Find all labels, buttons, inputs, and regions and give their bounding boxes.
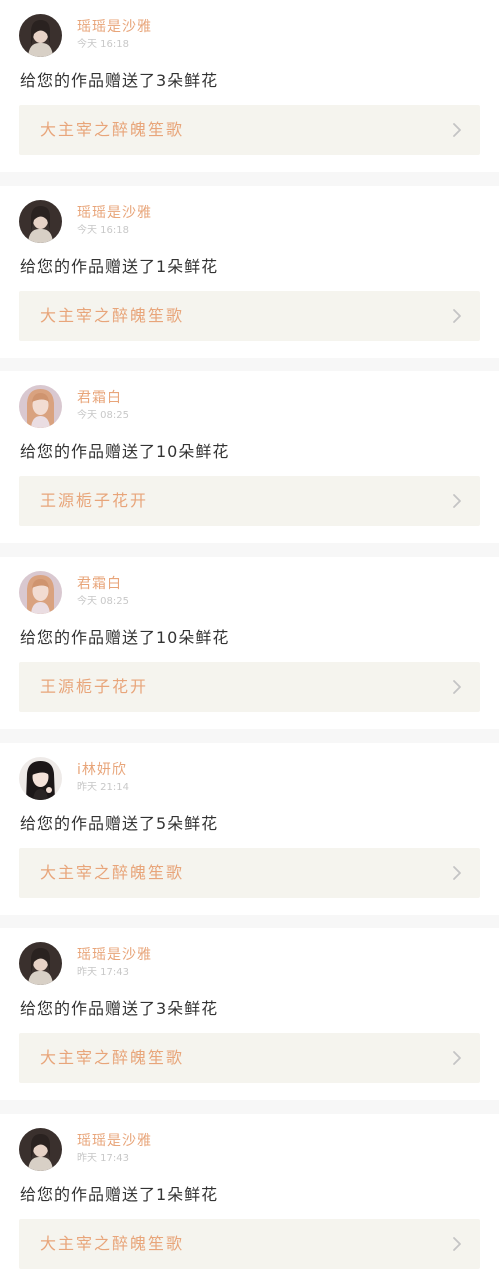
timestamp: 昨天 21:14 — [77, 782, 129, 793]
notification-item: 瑶瑶是沙雅 今天 16:18 给您的作品赠送了3朵鲜花 大主宰之醉魄笙歌 — [0, 0, 499, 172]
work-title: 大主宰之醉魄笙歌 — [40, 863, 185, 882]
chevron-right-icon — [453, 680, 461, 694]
work-title: 大主宰之醉魄笙歌 — [40, 1048, 185, 1067]
work-link-card[interactable]: 大主宰之醉魄笙歌 — [19, 1033, 480, 1083]
username[interactable]: 瑶瑶是沙雅 — [77, 946, 152, 964]
chevron-right-icon — [453, 866, 461, 880]
username[interactable]: 瑶瑶是沙雅 — [77, 1132, 152, 1150]
chevron-right-icon — [453, 309, 461, 323]
timestamp: 昨天 17:43 — [77, 1153, 129, 1164]
avatar[interactable] — [19, 571, 62, 614]
work-title: 王源栀子花开 — [40, 677, 149, 696]
gift-message: 给您的作品赠送了1朵鲜花 — [20, 1185, 219, 1204]
work-title: 大主宰之醉魄笙歌 — [40, 1234, 185, 1253]
chevron-right-icon — [453, 123, 461, 137]
chevron-right-icon — [453, 1237, 461, 1251]
gift-message: 给您的作品赠送了3朵鲜花 — [20, 71, 219, 90]
chevron-right-icon — [453, 1051, 461, 1065]
timestamp: 今天 08:25 — [77, 596, 129, 607]
work-title: 大主宰之醉魄笙歌 — [40, 120, 185, 139]
avatar[interactable] — [19, 942, 62, 985]
notification-item: 君霜白 今天 08:25 给您的作品赠送了10朵鲜花 王源栀子花开 — [0, 557, 499, 729]
girl-dark-hair-avatar-image — [19, 942, 62, 985]
timestamp: 今天 16:18 — [77, 39, 129, 50]
timestamp: 今天 08:25 — [77, 410, 129, 421]
username[interactable]: i林妍欣 — [77, 761, 127, 779]
notification-item: i林妍欣 昨天 21:14 给您的作品赠送了5朵鲜花 大主宰之醉魄笙歌 — [0, 743, 499, 915]
avatar[interactable] — [19, 385, 62, 428]
gift-message: 给您的作品赠送了1朵鲜花 — [20, 257, 219, 276]
notification-item: 瑶瑶是沙雅 昨天 17:43 给您的作品赠送了1朵鲜花 大主宰之醉魄笙歌 — [0, 1114, 499, 1280]
notification-item: 瑶瑶是沙雅 昨天 17:43 给您的作品赠送了3朵鲜花 大主宰之醉魄笙歌 — [0, 928, 499, 1100]
work-link-card[interactable]: 大主宰之醉魄笙歌 — [19, 291, 480, 341]
work-link-card[interactable]: 大主宰之醉魄笙歌 — [19, 848, 480, 898]
notification-item: 君霜白 今天 08:25 给您的作品赠送了10朵鲜花 王源栀子花开 — [0, 371, 499, 543]
avatar[interactable] — [19, 757, 62, 800]
gift-message: 给您的作品赠送了3朵鲜花 — [20, 999, 219, 1018]
work-link-card[interactable]: 王源栀子花开 — [19, 476, 480, 526]
username[interactable]: 瑶瑶是沙雅 — [77, 204, 152, 222]
username[interactable]: 君霜白 — [77, 575, 122, 593]
girl-light-hair-avatar-image — [19, 385, 62, 428]
timestamp: 昨天 17:43 — [77, 967, 129, 978]
girl-black-hair-avatar-image — [19, 757, 62, 800]
avatar[interactable] — [19, 200, 62, 243]
gift-message: 给您的作品赠送了10朵鲜花 — [20, 442, 230, 461]
notification-list: 瑶瑶是沙雅 今天 16:18 给您的作品赠送了3朵鲜花 大主宰之醉魄笙歌 瑶瑶是… — [0, 0, 499, 1280]
girl-light-hair-avatar-image — [19, 571, 62, 614]
username[interactable]: 瑶瑶是沙雅 — [77, 18, 152, 36]
chevron-right-icon — [453, 494, 461, 508]
work-title: 王源栀子花开 — [40, 491, 149, 510]
girl-dark-hair-avatar-image — [19, 200, 62, 243]
work-link-card[interactable]: 大主宰之醉魄笙歌 — [19, 1219, 480, 1269]
username[interactable]: 君霜白 — [77, 389, 122, 407]
girl-dark-hair-avatar-image — [19, 14, 62, 57]
avatar[interactable] — [19, 14, 62, 57]
work-title: 大主宰之醉魄笙歌 — [40, 306, 185, 325]
girl-dark-hair-avatar-image — [19, 1128, 62, 1171]
gift-message: 给您的作品赠送了10朵鲜花 — [20, 628, 230, 647]
notification-item: 瑶瑶是沙雅 今天 16:18 给您的作品赠送了1朵鲜花 大主宰之醉魄笙歌 — [0, 186, 499, 358]
gift-message: 给您的作品赠送了5朵鲜花 — [20, 814, 219, 833]
work-link-card[interactable]: 王源栀子花开 — [19, 662, 480, 712]
work-link-card[interactable]: 大主宰之醉魄笙歌 — [19, 105, 480, 155]
timestamp: 今天 16:18 — [77, 225, 129, 236]
avatar[interactable] — [19, 1128, 62, 1171]
